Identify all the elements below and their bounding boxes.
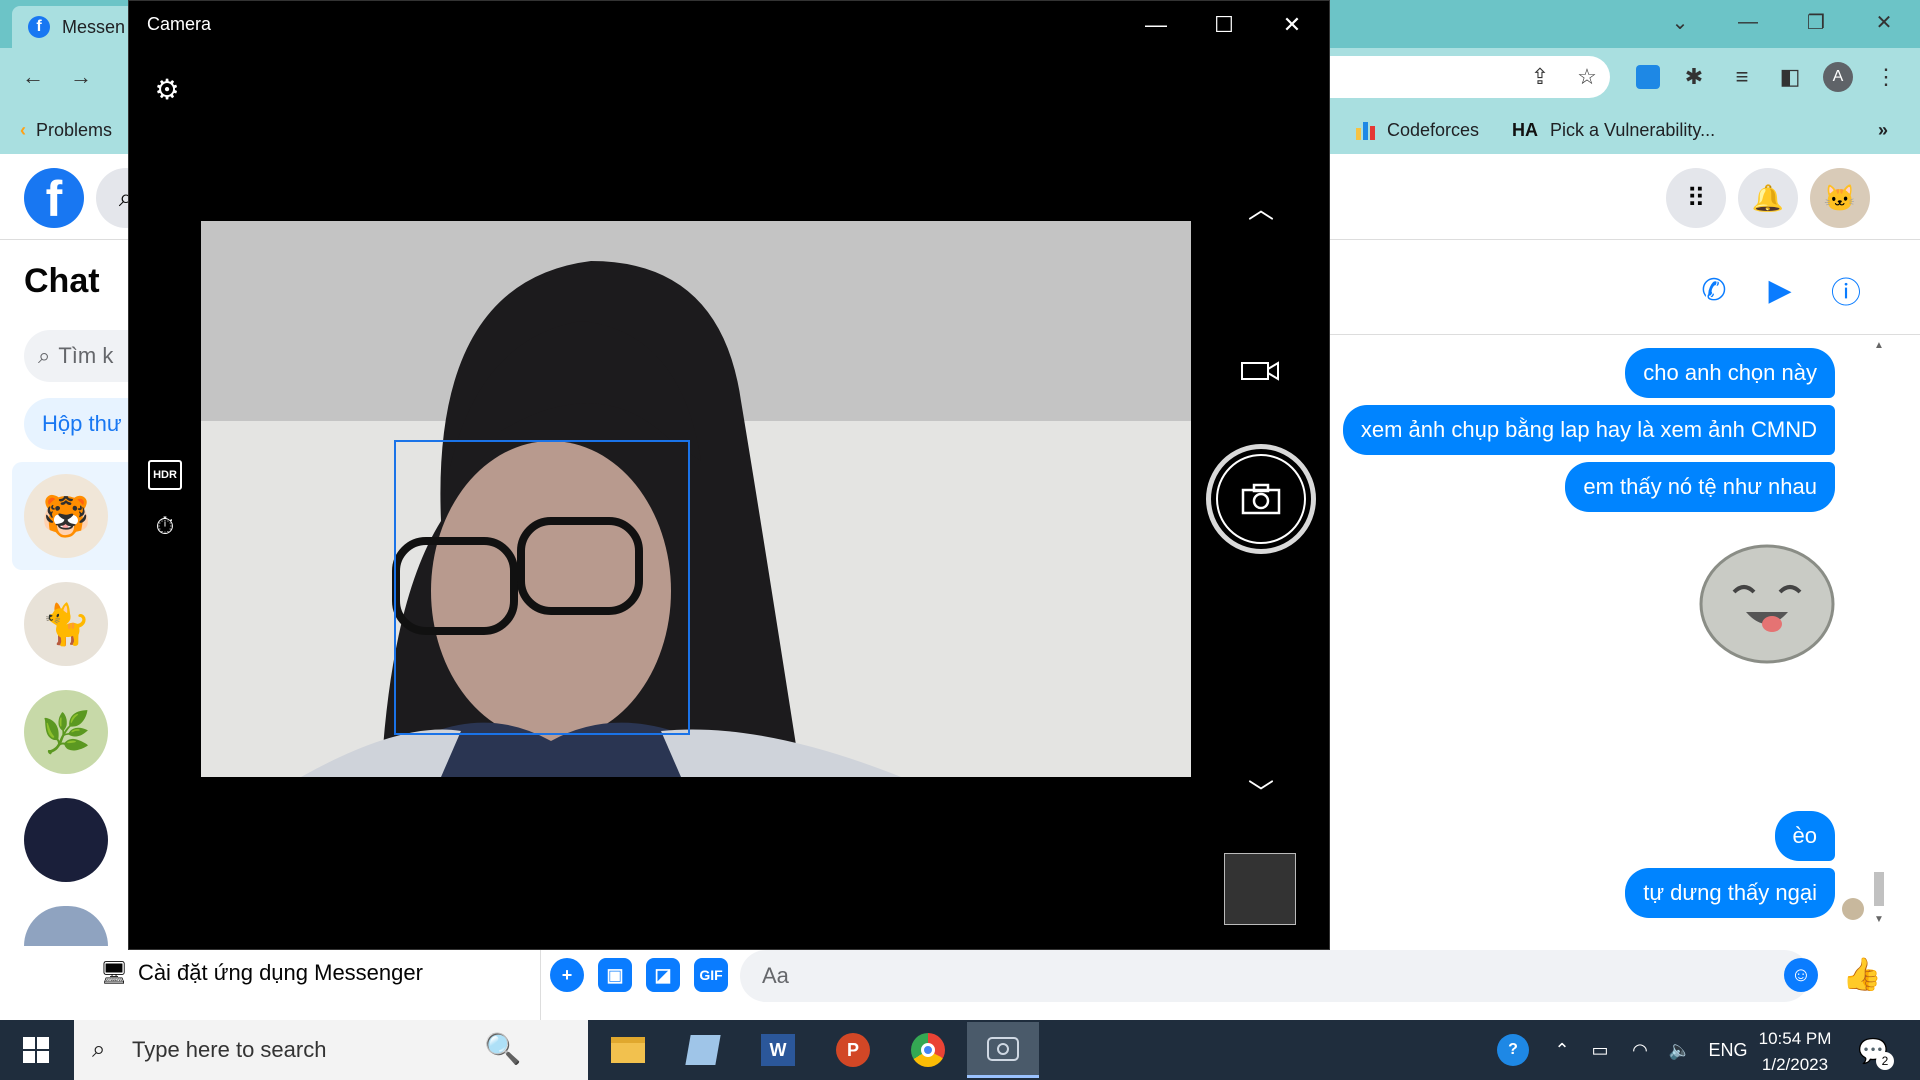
- side-panel-icon[interactable]: ◧: [1770, 57, 1810, 97]
- help-icon[interactable]: ?: [1497, 1034, 1529, 1066]
- minimize-browser-button[interactable]: —: [1718, 0, 1778, 44]
- chrome-icon[interactable]: [892, 1022, 964, 1078]
- camera-maximize-button[interactable]: ☐: [1190, 0, 1258, 50]
- notifications-bell-icon[interactable]: 🔔: [1738, 168, 1798, 228]
- notification-count-badge: 2: [1876, 1052, 1894, 1070]
- tab-title: Messen: [62, 16, 126, 37]
- message-bubble[interactable]: xem ảnh chụp bằng lap hay là xem ảnh CMN…: [1342, 405, 1835, 455]
- video-mode-icon[interactable]: [1240, 356, 1280, 386]
- sticker-image[interactable]: [1696, 532, 1838, 664]
- page-title: Chat: [24, 262, 100, 300]
- profile-avatar[interactable]: 🐱: [1810, 168, 1870, 228]
- camera-window-title: Camera: [147, 14, 212, 34]
- video-call-icon[interactable]: ▶: [1758, 268, 1802, 312]
- conversation-avatar-code[interactable]: [24, 798, 108, 882]
- forward-icon[interactable]: →: [61, 57, 101, 97]
- message-bubble[interactable]: tự dưng thấy ngại: [1625, 868, 1835, 918]
- bookmark-star-icon[interactable]: ☆: [1567, 57, 1607, 97]
- divider: [540, 950, 541, 1020]
- media-control-icon[interactable]: ≡: [1722, 57, 1762, 97]
- taskbar-search-input[interactable]: ⌕ Type here to search 🔍: [74, 1020, 588, 1080]
- camera-close-button[interactable]: ✕: [1258, 0, 1326, 50]
- desktop-icon: 🖥: [100, 960, 128, 985]
- search-highlight-icon: 🔍: [484, 1033, 522, 1066]
- conversation-avatar-cat[interactable]: 🐈: [24, 582, 108, 666]
- seen-avatar: [1842, 898, 1864, 920]
- menu-grid-icon[interactable]: ⠿: [1666, 168, 1726, 228]
- conversation-avatar-plant[interactable]: 🌿: [24, 690, 108, 774]
- bookmark-problems[interactable]: ‹ Problems: [20, 116, 112, 144]
- facebook-logo-icon[interactable]: f: [24, 168, 84, 228]
- wifi-icon[interactable]: ◠: [1620, 1040, 1660, 1061]
- tab-search-icon[interactable]: ⌄: [1650, 0, 1710, 44]
- facebook-favicon-icon: f: [28, 16, 50, 38]
- bookmark-codeforces[interactable]: Codeforces: [1356, 116, 1479, 144]
- start-button[interactable]: [0, 1020, 72, 1080]
- camera-app-icon[interactable]: [967, 1022, 1039, 1078]
- conversation-avatar-tiger[interactable]: 🐯: [24, 474, 108, 558]
- message-bubble[interactable]: èo: [1774, 811, 1835, 861]
- chevron-down-icon[interactable]: ﹀: [1244, 776, 1278, 808]
- word-icon[interactable]: W: [742, 1022, 814, 1078]
- system-tray: ⌃ ▭ ◠ 🔈 ENG: [1544, 1020, 1756, 1080]
- taskbar-clock[interactable]: 10:54 PM 1/2/2023: [1740, 1026, 1850, 1078]
- attach-image-icon[interactable]: ▣: [598, 958, 632, 992]
- bookmark-pick-vulnerability[interactable]: HA Pick a Vulnerability...: [1512, 116, 1715, 144]
- timer-off-icon[interactable]: ⏱: [148, 510, 182, 544]
- more-actions-icon[interactable]: +: [550, 958, 584, 992]
- last-capture-thumbnail[interactable]: [1224, 853, 1296, 925]
- extension-drop-icon[interactable]: [1628, 57, 1668, 97]
- camera-icon: [1241, 483, 1281, 515]
- profile-avatar-icon[interactable]: A: [1818, 57, 1858, 97]
- extensions-puzzle-icon[interactable]: ✱: [1674, 57, 1714, 97]
- hackerone-icon: HA: [1512, 119, 1538, 140]
- share-icon[interactable]: ⇪: [1520, 57, 1560, 97]
- close-browser-button[interactable]: ✕: [1854, 0, 1914, 44]
- take-photo-button[interactable]: [1206, 444, 1316, 554]
- like-thumb-icon[interactable]: 👍: [1842, 954, 1882, 994]
- battery-icon[interactable]: ▭: [1580, 1040, 1620, 1061]
- camera-settings-gear-icon[interactable]: ⚙: [150, 72, 184, 106]
- volume-icon[interactable]: 🔈: [1660, 1040, 1700, 1061]
- windows-logo-icon: [23, 1037, 49, 1063]
- back-icon[interactable]: ←: [13, 57, 53, 97]
- hdr-off-icon[interactable]: HDR: [148, 460, 182, 490]
- show-hidden-icons-icon[interactable]: ⌃: [1544, 1040, 1580, 1061]
- codeforces-icon: [1356, 120, 1375, 140]
- message-bubble[interactable]: em thấy nó tệ như nhau: [1565, 462, 1835, 512]
- bookmarks-overflow-button[interactable]: »: [1878, 116, 1888, 144]
- message-bubble[interactable]: cho anh chọn này: [1625, 348, 1835, 398]
- restore-browser-button[interactable]: ❐: [1786, 0, 1846, 44]
- chat-scrollbar[interactable]: ▲ ▼: [1872, 340, 1886, 940]
- powerpoint-icon[interactable]: P: [817, 1022, 889, 1078]
- shutter-inner-ring: [1216, 454, 1306, 544]
- search-icon: ⌕: [38, 343, 51, 368]
- chat-header-divider: [1330, 334, 1920, 335]
- face-detection-box: [394, 440, 690, 735]
- chrome-menu-icon[interactable]: ⋮: [1866, 57, 1906, 97]
- file-explorer-icon[interactable]: [592, 1022, 664, 1078]
- search-icon: ⌕: [92, 1036, 106, 1063]
- install-messenger-link[interactable]: 🖥 Cài đặt ứng dụng Messenger: [100, 960, 423, 986]
- conversation-info-icon[interactable]: ⓘ: [1824, 268, 1868, 312]
- gif-icon[interactable]: GIF: [694, 958, 728, 992]
- action-center-icon[interactable]: 💬 2: [1856, 1034, 1894, 1070]
- sticker-icon[interactable]: ◪: [646, 958, 680, 992]
- chevron-up-icon[interactable]: ︿: [1244, 192, 1278, 224]
- camera-minimize-button[interactable]: —: [1122, 0, 1190, 50]
- sticky-notes-icon[interactable]: [667, 1022, 739, 1078]
- leetcode-icon: ‹: [20, 119, 26, 140]
- message-composer-input[interactable]: Aa: [740, 950, 1810, 1002]
- audio-call-icon[interactable]: ✆: [1692, 268, 1736, 312]
- camera-preview: [201, 221, 1191, 777]
- emoji-icon[interactable]: ☺: [1784, 958, 1818, 992]
